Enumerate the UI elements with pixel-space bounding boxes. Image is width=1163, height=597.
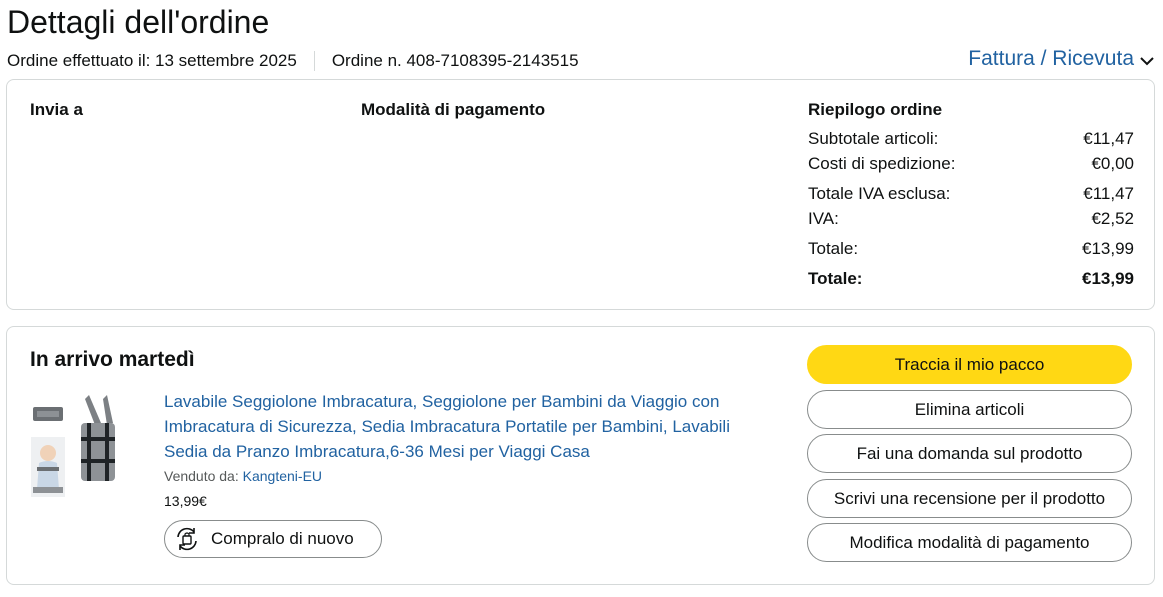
summary-row-net: Totale IVA esclusa: €11,47	[808, 183, 1134, 205]
change-payment-button[interactable]: Modifica modalità di pagamento	[807, 523, 1132, 562]
order-number: Ordine n. 408-7108395-2143515	[331, 51, 579, 70]
summary-value: €11,47	[1083, 129, 1134, 148]
order-summary: Riepilogo ordine Subtotale articoli: €11…	[808, 99, 1134, 290]
write-review-button[interactable]: Scrivi una recensione per il prodotto	[807, 479, 1132, 518]
summary-label: IVA:	[808, 209, 839, 228]
product-title-link[interactable]: Lavabile Seggiolone Imbracatura, Seggiol…	[164, 389, 774, 464]
ask-question-button[interactable]: Fai una domanda sul prodotto	[807, 434, 1132, 473]
invoice-dropdown[interactable]: Fattura / Ricevuta	[968, 46, 1154, 72]
meta-divider	[313, 51, 315, 71]
sold-by: Venduto da: Kangteni-EU	[164, 468, 322, 484]
seller-link[interactable]: Kangteni-EU	[243, 468, 322, 484]
summary-value: €13,99	[1082, 269, 1134, 288]
track-package-button[interactable]: Traccia il mio pacco	[807, 345, 1132, 384]
summary-value: €13,99	[1082, 239, 1134, 258]
shipment-box: In arrivo martedì Lavabile Seggiolone Im…	[6, 326, 1155, 585]
summary-value: €11,47	[1083, 184, 1134, 203]
summary-label: Totale:	[808, 239, 859, 258]
summary-label: Costi di spedizione:	[808, 154, 956, 173]
sold-by-label: Venduto da:	[164, 468, 239, 484]
invoice-label: Fattura / Ricevuta	[968, 47, 1134, 70]
order-date: Ordine effettuato il: 13 settembre 2025	[7, 51, 297, 70]
summary-row-grand-total: Totale: €13,99	[808, 268, 1134, 290]
delete-items-button[interactable]: Elimina articoli	[807, 390, 1132, 429]
summary-row-vat: IVA: €2,52	[808, 208, 1134, 230]
chevron-down-icon	[1140, 48, 1154, 72]
product-price: 13,99€	[164, 493, 207, 509]
product-image[interactable]	[29, 393, 117, 503]
buy-again-icon	[173, 525, 201, 553]
summary-row-shipping: Costi di spedizione: €0,00	[808, 153, 1134, 175]
summary-value: €2,52	[1091, 209, 1134, 228]
payment-method-heading: Modalità di pagamento	[361, 100, 546, 119]
arrival-status: In arrivo martedì	[30, 348, 195, 371]
summary-row-total: Totale: €13,99	[808, 238, 1134, 260]
summary-label: Totale IVA esclusa:	[808, 184, 951, 203]
summary-value: €0,00	[1091, 154, 1134, 173]
buy-again-button[interactable]: Compralo di nuovo	[164, 520, 382, 558]
ship-to-heading: Invia a	[30, 100, 83, 119]
summary-title: Riepilogo ordine	[808, 100, 943, 119]
summary-label: Subtotale articoli:	[808, 129, 939, 148]
order-meta: Ordine effettuato il: 13 settembre 2025 …	[7, 50, 579, 72]
summary-label: Totale:	[808, 269, 863, 288]
page-title: Dettagli dell'ordine	[7, 4, 270, 40]
order-info-box: Invia a Modalità di pagamento Riepilogo …	[6, 79, 1155, 310]
summary-row-subtotal: Subtotale articoli: €11,47	[808, 128, 1134, 150]
buy-again-label: Compralo di nuovo	[211, 529, 354, 548]
